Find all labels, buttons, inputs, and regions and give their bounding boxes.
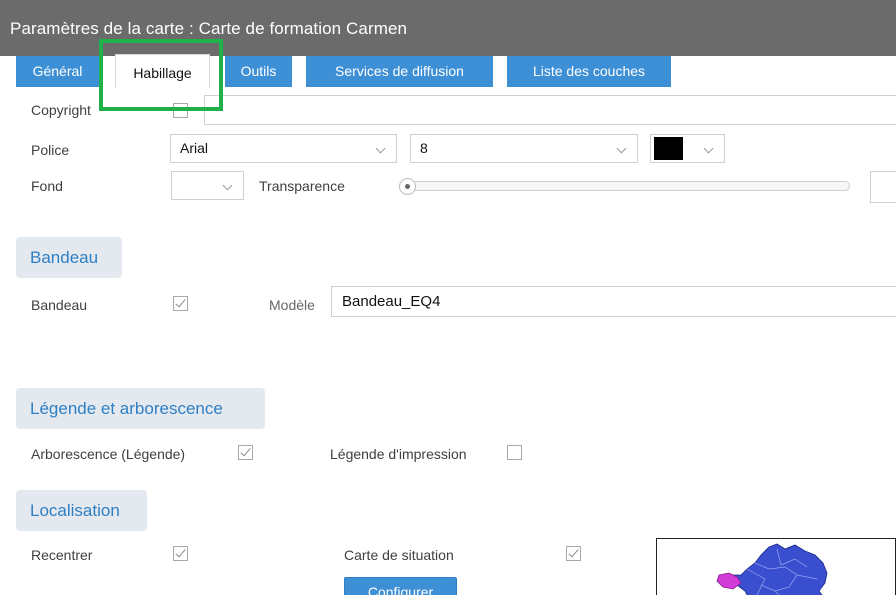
font-color-swatch (654, 137, 683, 160)
carte-situation-checkbox[interactable] (566, 546, 581, 561)
transparence-label: Transparence (259, 178, 345, 194)
france-map-icon (716, 543, 828, 595)
font-color-picker[interactable] (650, 134, 725, 163)
chevron-down-icon (703, 143, 714, 154)
modele-label: Modèle (269, 297, 315, 313)
font-size-value: 8 (420, 140, 428, 156)
police-select[interactable]: Arial (170, 134, 397, 163)
tab-outils[interactable]: Outils (225, 56, 292, 87)
transparence-input[interactable] (870, 171, 896, 203)
chevron-down-icon (616, 143, 627, 154)
legende-impression-label: Légende d'impression (330, 446, 467, 462)
police-label: Police (31, 142, 70, 158)
highlight-annotation (99, 39, 223, 111)
fond-color-picker[interactable] (171, 171, 244, 200)
copyright-label: Copyright (31, 102, 91, 118)
section-localisation: Localisation (16, 490, 147, 531)
bandeau-label: Bandeau (31, 297, 88, 313)
configurer-button[interactable]: Configurer (344, 577, 457, 595)
legende-impression-checkbox[interactable] (507, 445, 522, 460)
arborescence-label: Arborescence (Légende) (31, 446, 186, 462)
situation-map-preview[interactable] (656, 538, 896, 595)
carte-situation-label: Carte de situation (344, 547, 454, 563)
tab-liste-des-couches[interactable]: Liste des couches (507, 56, 671, 87)
recentrer-label: Recentrer (31, 547, 93, 563)
tab-services-de-diffusion[interactable]: Services de diffusion (306, 56, 493, 87)
recentrer-checkbox[interactable] (173, 546, 188, 561)
transparence-slider-handle[interactable] (399, 178, 416, 195)
arborescence-checkbox[interactable] (238, 445, 253, 460)
bandeau-checkbox[interactable] (173, 296, 188, 311)
modele-input[interactable]: Bandeau_EQ4 (331, 286, 896, 317)
font-size-select[interactable]: 8 (410, 134, 638, 163)
chevron-down-icon (375, 143, 386, 154)
fond-label: Fond (31, 178, 63, 194)
copyright-input[interactable] (204, 95, 896, 125)
tab-general[interactable]: Général (16, 56, 99, 87)
section-bandeau: Bandeau (16, 237, 122, 278)
section-legende: Légende et arborescence (16, 388, 265, 429)
window-title: Paramètres de la carte : Carte de format… (10, 19, 408, 38)
chevron-down-icon (222, 180, 233, 191)
transparence-slider-track[interactable] (404, 181, 850, 191)
police-value: Arial (180, 140, 209, 156)
